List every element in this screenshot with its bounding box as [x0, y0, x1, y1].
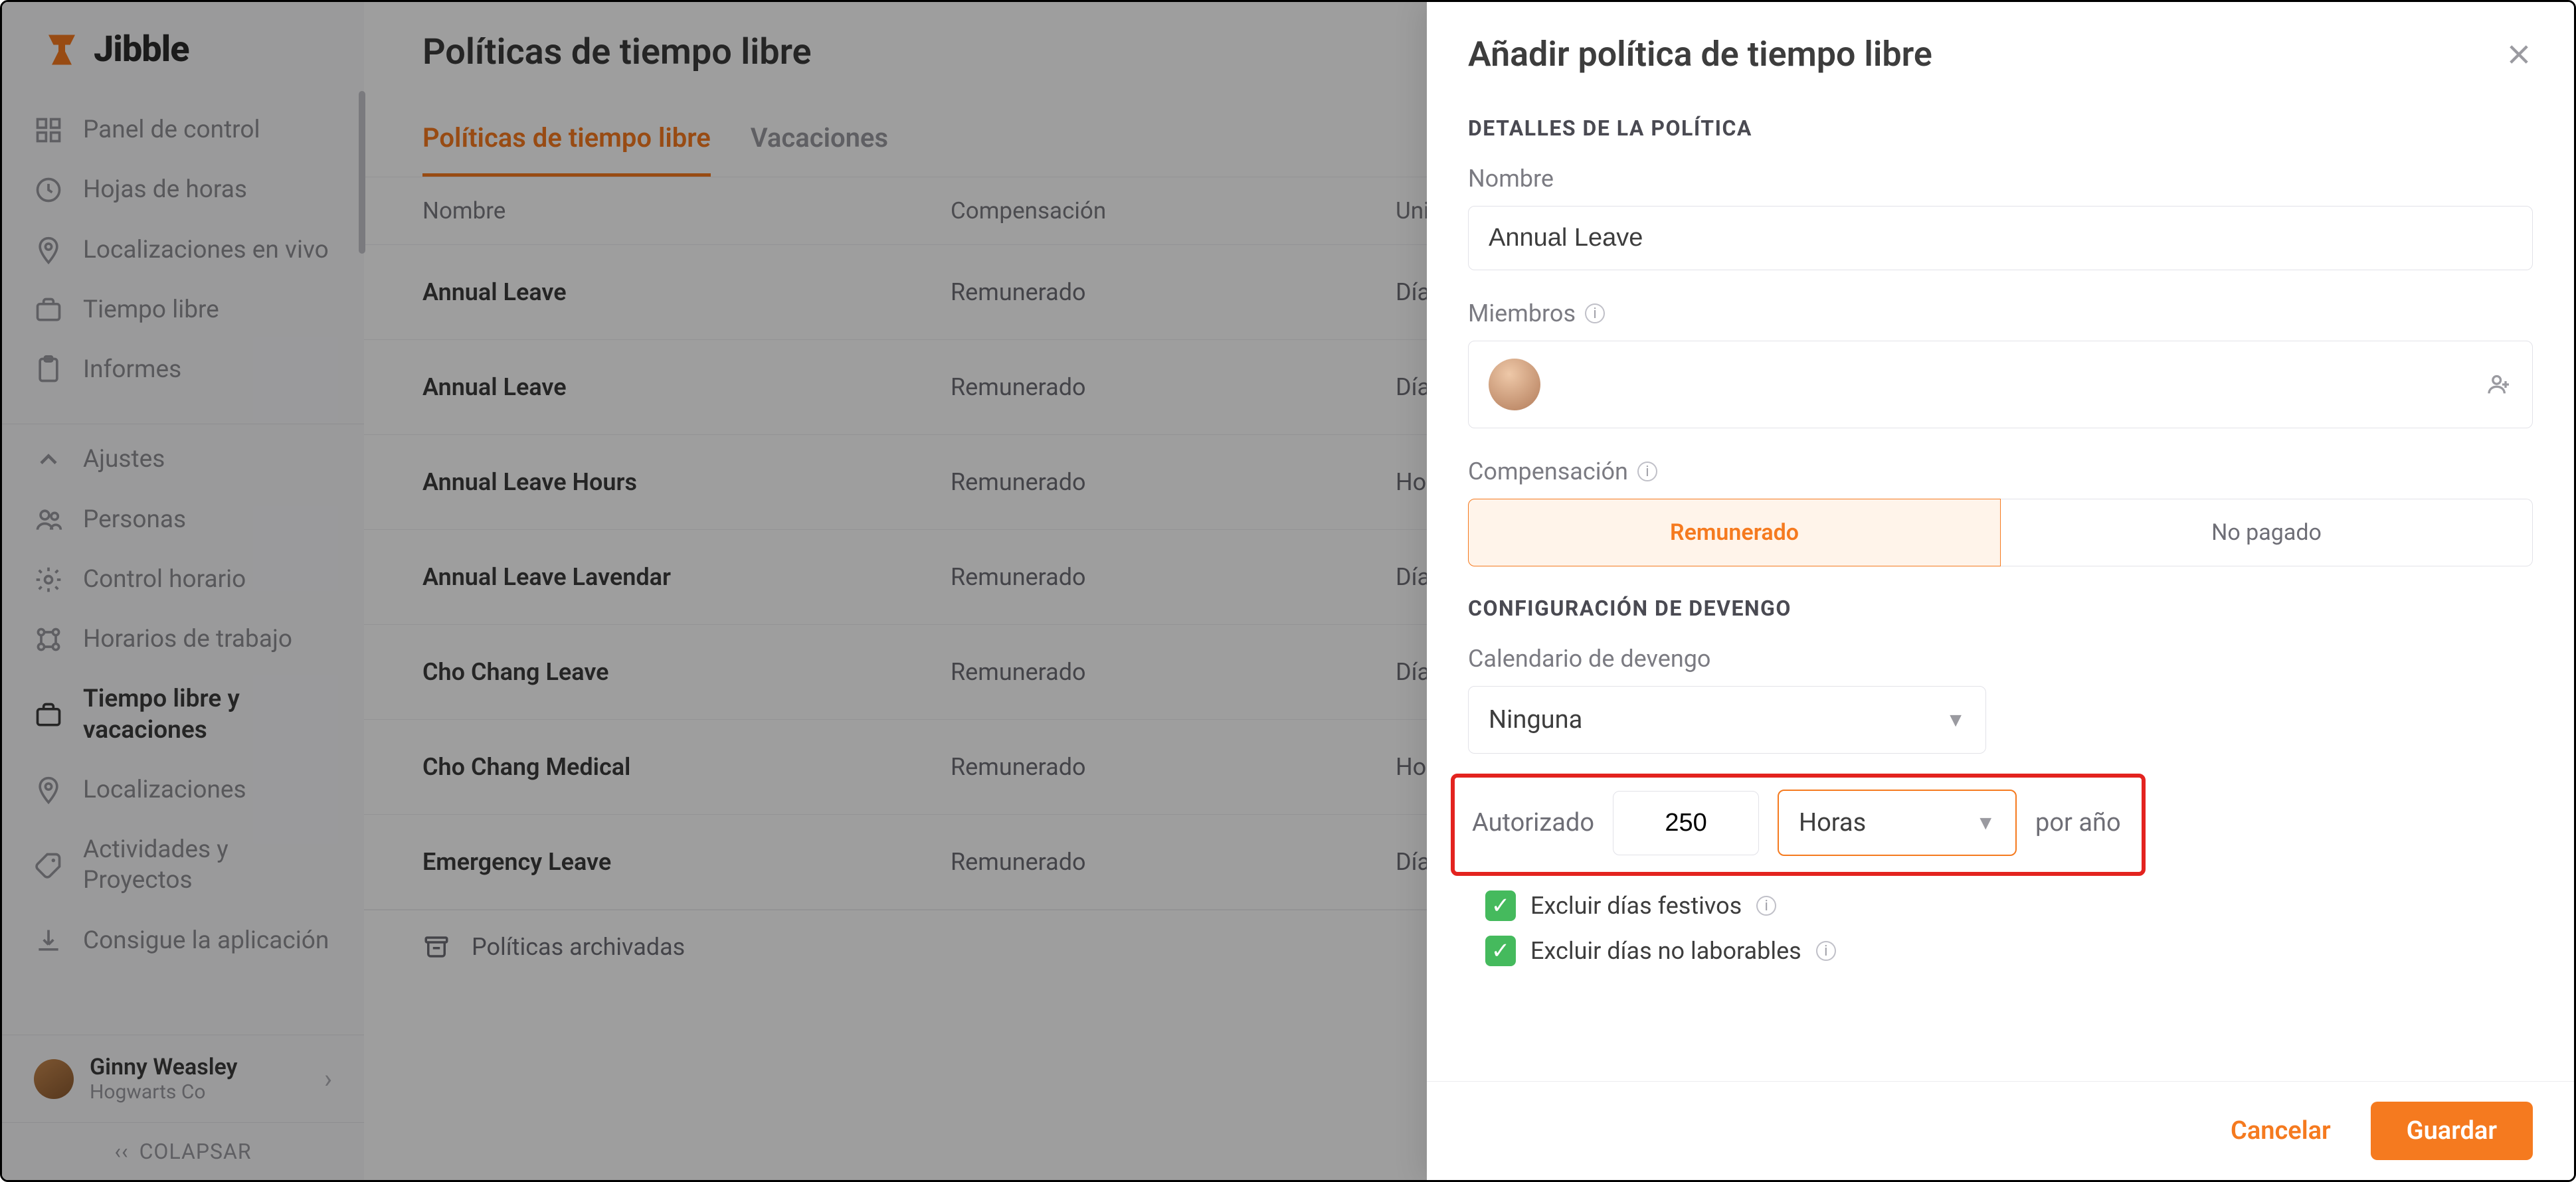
sidebar-item-people[interactable]: Personas — [2, 490, 364, 550]
location-pin-icon — [34, 236, 63, 265]
save-button[interactable]: Guardar — [2371, 1102, 2533, 1160]
field-label-compensation: Compensación i — [1468, 458, 2533, 485]
drawer-header: Añadir política de tiempo libre — [1427, 2, 2574, 100]
column-header-name[interactable]: Nombre — [422, 197, 951, 224]
network-icon — [34, 625, 63, 654]
sidebar-item-locations[interactable]: Localizaciones — [2, 760, 364, 820]
cancel-button[interactable]: Cancelar — [2217, 1102, 2344, 1160]
column-header-compensation[interactable]: Compensación — [951, 197, 1396, 224]
user-profile-card[interactable]: Ginny Weasley Hogwarts Co › — [2, 1035, 364, 1122]
sidebar-item-live-locations[interactable]: Localizaciones en vivo — [2, 220, 364, 280]
drawer-footer: Cancelar Guardar — [1427, 1081, 2574, 1180]
entitled-amount-input[interactable] — [1613, 791, 1759, 855]
add-policy-drawer: Añadir política de tiempo libre DETALLES… — [1427, 2, 2574, 1180]
people-icon — [34, 505, 63, 535]
sidebar-item-timetracking[interactable]: Control horario — [2, 550, 364, 610]
field-label-accrual-calendar: Calendario de devengo — [1468, 645, 2533, 673]
drawer-title: Añadir política de tiempo libre — [1468, 34, 1932, 74]
briefcase-icon — [34, 296, 63, 325]
archive-icon — [422, 933, 450, 961]
sidebar-item-schedules[interactable]: Horarios de trabajo — [2, 610, 364, 669]
entitled-label: Autorizado — [1472, 808, 1594, 837]
tab-holidays[interactable]: Vacaciones — [751, 108, 888, 177]
members-input[interactable] — [1468, 341, 2533, 428]
toggle-paid[interactable]: Remunerado — [1468, 499, 2001, 566]
exclude-nonworking-checkbox[interactable]: ✓ — [1485, 936, 1516, 966]
user-avatar — [34, 1059, 74, 1099]
info-icon[interactable]: i — [1637, 462, 1657, 481]
briefcase-icon — [34, 701, 63, 730]
info-icon[interactable]: i — [1816, 941, 1836, 961]
dashboard-icon — [34, 116, 63, 145]
sidebar-scrollbar-thumb[interactable] — [359, 91, 365, 254]
sidebar-item-time-off[interactable]: Tiempo libre — [2, 280, 364, 340]
nav-primary: Panel de control Hojas de horas Localiza… — [2, 100, 364, 418]
chevron-down-icon: ▼ — [1976, 811, 1995, 835]
field-label-name: Nombre — [1468, 165, 2533, 193]
close-icon — [2505, 41, 2533, 68]
policy-name-input[interactable] — [1468, 206, 2533, 270]
field-label-members: Miembros i — [1468, 299, 2533, 327]
location-pin-icon — [34, 776, 63, 805]
jibble-logo-icon — [42, 30, 82, 70]
chevron-up-icon — [34, 445, 63, 474]
info-icon[interactable]: i — [1585, 303, 1605, 323]
close-button[interactable] — [2505, 41, 2533, 68]
chevron-right-icon: › — [324, 1063, 332, 1094]
tag-icon — [34, 851, 63, 880]
exclude-nonworking-row: ✓ Excluir días no laborables i — [1485, 936, 2533, 966]
sidebar-item-timesheets[interactable]: Hojas de horas — [2, 160, 364, 220]
nav-secondary: Ajustes Personas Control horario Horario… — [2, 430, 364, 989]
sidebar-item-reports[interactable]: Informes — [2, 340, 364, 400]
entitlement-highlight-box: Autorizado Horas ▼ por año — [1451, 774, 2146, 876]
user-org: Hogwarts Co — [90, 1080, 308, 1104]
sidebar-item-settings[interactable]: Ajustes — [2, 430, 364, 489]
exclude-holidays-row: ✓ Excluir días festivos i — [1485, 890, 2533, 921]
sidebar-item-get-app[interactable]: Consigue la aplicación — [2, 911, 364, 971]
tab-policies[interactable]: Políticas de tiempo libre — [422, 108, 711, 177]
collapse-button[interactable]: ‹‹ COLAPSAR — [2, 1122, 364, 1180]
toggle-unpaid[interactable]: No pagado — [2001, 499, 2533, 566]
accrual-calendar-select[interactable]: Ninguna ▼ — [1468, 686, 1986, 754]
add-member-icon[interactable] — [2486, 371, 2512, 398]
sidebar-item-activities[interactable]: Actividades y Proyectos — [2, 820, 364, 911]
drawer-body: DETALLES DE LA POLÍTICA Nombre Miembros … — [1427, 100, 2574, 1081]
per-year-label: por año — [2035, 808, 2121, 837]
user-info: Ginny Weasley Hogwarts Co — [90, 1054, 308, 1104]
section-accrual: CONFIGURACIÓN DE DEVENGO — [1468, 596, 2533, 621]
info-icon[interactable]: i — [1756, 896, 1776, 916]
entitlement-row: Autorizado Horas ▼ por año — [1472, 790, 2124, 856]
download-icon — [34, 926, 63, 956]
chevron-double-left-icon: ‹‹ — [114, 1139, 128, 1164]
clock-icon — [34, 175, 63, 205]
sidebar: Jibble Panel de control Hojas de horas L… — [2, 2, 364, 1180]
user-name: Ginny Weasley — [90, 1054, 308, 1080]
sidebar-item-dashboard[interactable]: Panel de control — [2, 100, 364, 160]
brand-name: Jibble — [94, 29, 189, 70]
clipboard-icon — [34, 355, 63, 384]
compensation-toggle: Remunerado No pagado — [1468, 499, 2533, 566]
chevron-down-icon: ▼ — [1946, 709, 1966, 732]
section-policy-details: DETALLES DE LA POLÍTICA — [1468, 116, 2533, 141]
entitled-unit-select[interactable]: Horas ▼ — [1778, 790, 2017, 856]
exclude-holidays-checkbox[interactable]: ✓ — [1485, 890, 1516, 921]
gear-icon — [34, 565, 63, 594]
brand-logo[interactable]: Jibble — [2, 2, 364, 100]
sidebar-item-time-off-holidays[interactable]: Tiempo libre y vacaciones — [2, 669, 364, 760]
member-avatar[interactable] — [1489, 359, 1540, 410]
